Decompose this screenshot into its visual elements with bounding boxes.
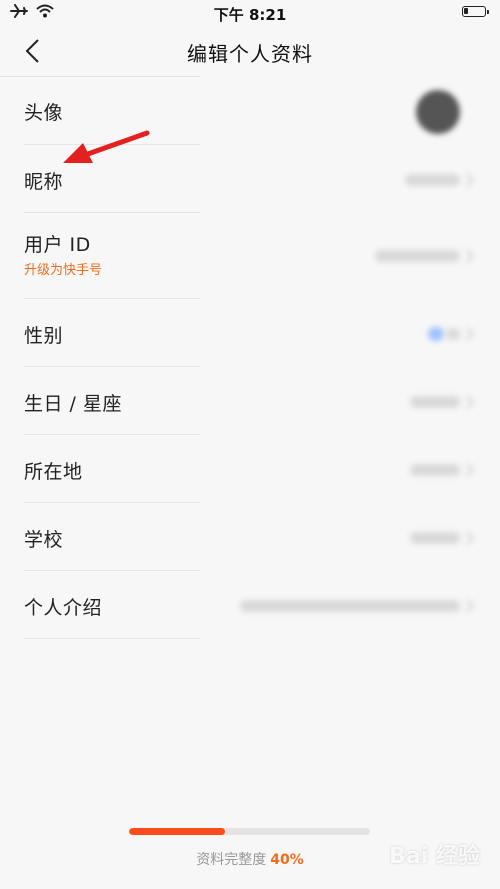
status-bar: 下午 8:21 [0,0,500,26]
row-location[interactable]: 所在地 [0,435,500,503]
row-gender[interactable]: 性别 [0,299,500,367]
row-bio[interactable]: 个人介绍 [0,571,500,639]
chevron-right-icon [459,462,475,478]
birthday-value [410,396,460,408]
school-value [410,532,460,544]
chevron-right-icon [459,172,475,188]
chevron-right-icon [459,326,475,342]
completion-percent: 40% [270,852,304,868]
row-school[interactable]: 学校 [0,503,500,571]
row-label: 用户 ID [24,234,91,256]
location-value [410,464,460,476]
row-label: 生日 / 星座 [24,393,122,415]
row-label: 昵称 [24,171,64,193]
user-id-value [375,250,460,262]
row-label: 所在地 [24,461,83,483]
completion-label: 资料完整度 [196,852,267,868]
row-birthday[interactable]: 生日 / 星座 [0,367,500,435]
battery-icon [462,6,489,17]
row-label: 学校 [24,529,64,551]
annotation-arrow [63,130,150,163]
gender-icon [428,327,444,341]
row-user-id[interactable]: 用户 ID 升级为快手号 [0,213,500,299]
avatar [416,90,460,134]
status-time: 下午 8:21 [213,6,287,24]
chevron-right-icon [459,394,475,410]
nickname-value [405,174,460,186]
nav-bar: 编辑个人资料 [0,26,500,76]
completion-progress-bar [129,828,370,835]
upgrade-link[interactable]: 升级为快手号 [24,259,102,278]
chevron-right-icon [459,530,475,546]
completion-progress-fill [129,828,226,835]
watermark-logo: Bai 经验 [389,844,480,869]
row-label: 个人介绍 [24,597,103,619]
row-label: 头像 [24,102,64,124]
row-label: 性别 [24,325,64,347]
bio-value [240,600,460,612]
chevron-right-icon [459,248,475,264]
chevron-right-icon [459,598,475,614]
battery-fill [464,8,468,14]
gender-value [446,328,460,340]
page-title: 编辑个人资料 [187,42,313,66]
